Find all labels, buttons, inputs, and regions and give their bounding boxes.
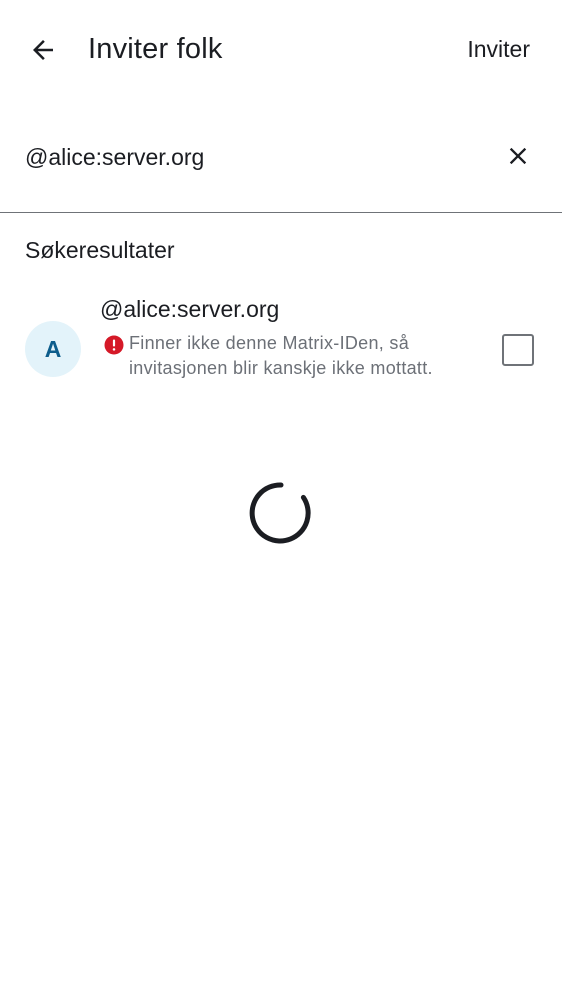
invite-button[interactable]: Inviter bbox=[467, 33, 530, 65]
clear-search-button[interactable] bbox=[494, 132, 542, 180]
error-icon bbox=[104, 335, 124, 355]
avatar: A bbox=[25, 321, 81, 377]
arrow-back-icon bbox=[33, 40, 53, 60]
select-user-checkbox[interactable] bbox=[502, 334, 534, 366]
search-results-heading: Søkeresultater bbox=[25, 237, 175, 263]
search-result-item[interactable]: A @alice:server.org Finner ikke denne Ma… bbox=[0, 290, 562, 415]
loading-spinner-icon bbox=[249, 482, 311, 544]
close-icon bbox=[509, 147, 527, 165]
search-input[interactable]: @alice:server.org bbox=[25, 142, 204, 172]
search-bar: @alice:server.org bbox=[0, 120, 562, 213]
back-button[interactable] bbox=[19, 26, 67, 74]
page-title: Inviter folk bbox=[88, 33, 223, 65]
user-id: @alice:server.org bbox=[100, 296, 280, 322]
unresolved-id-warning: Finner ikke denne Matrix-IDen, så invita… bbox=[129, 333, 433, 378]
top-app-bar: Inviter folk Inviter bbox=[0, 0, 562, 100]
